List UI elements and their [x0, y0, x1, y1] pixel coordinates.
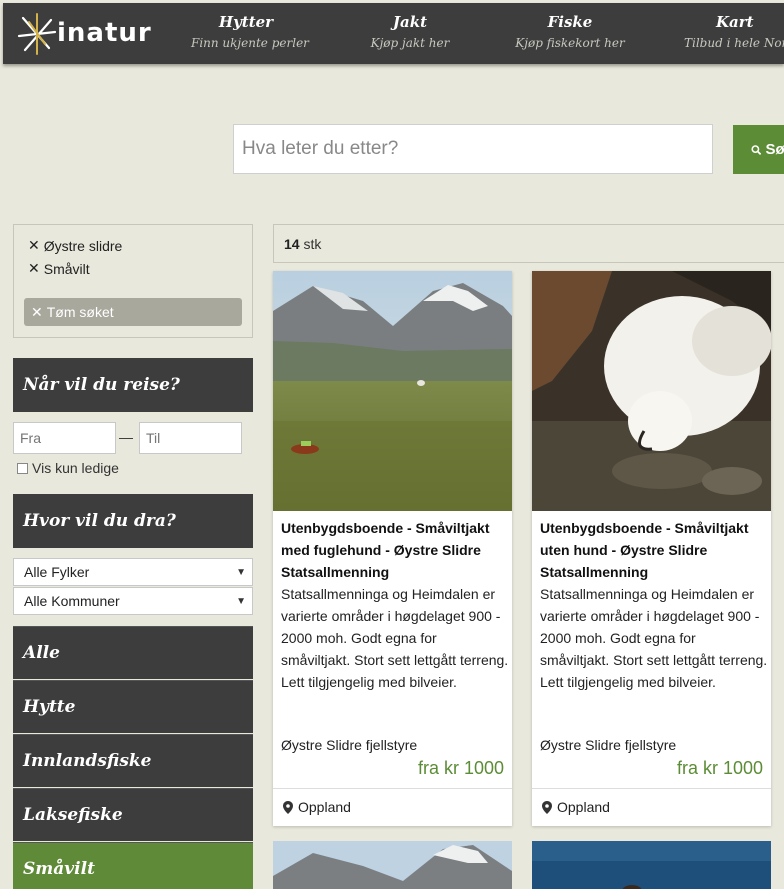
caret-down-icon: ▼ — [236, 567, 246, 578]
card-title[interactable]: Utenbygdsboende - Småviltjakt med fugleh… — [281, 517, 509, 583]
nav-kart[interactable]: Kart Tilbud i hele Norge — [679, 13, 784, 50]
when-heading: Når vil du reise? — [13, 358, 253, 412]
result-card[interactable]: Utenbygdsboende - Småviltjakt uten hund … — [532, 271, 771, 826]
category-alle[interactable]: Alle — [13, 626, 253, 679]
result-card-partial[interactable] — [273, 841, 512, 889]
map-pin-icon — [283, 801, 293, 814]
nav-title: Jakt — [392, 13, 428, 31]
nav-jakt[interactable]: Jakt Kjøp jakt her — [355, 13, 465, 50]
available-only-checkbox[interactable]: Vis kun ledige — [17, 460, 119, 476]
brand-name: inatur — [57, 18, 152, 48]
filter-chip-oystre-slidre[interactable]: ✕ Øystre slidre — [28, 237, 122, 254]
card-description: Statsallmenninga og Heimdalen er variert… — [281, 586, 509, 690]
category-innlandsfiske[interactable]: Innlandsfiske — [13, 734, 253, 787]
close-icon: ✕ — [28, 260, 40, 276]
filter-chip-smavilt[interactable]: ✕ Småvilt — [28, 260, 90, 277]
nav-subtitle: Finn ukjente perler — [191, 36, 309, 50]
nav-subtitle: Tilbud i hele Norge — [684, 36, 784, 50]
top-navigation-bar: inatur Hytter Finn ukjente perler Jakt K… — [3, 3, 784, 64]
card-region: Oppland — [557, 799, 610, 815]
close-icon: ✕ — [31, 303, 43, 320]
card-owner: Øystre Slidre fjellstyre — [540, 737, 677, 753]
card-image-ptarmigan[interactable] — [532, 271, 771, 511]
card-image-mountain-dog[interactable] — [273, 271, 512, 511]
municipality-select[interactable]: Alle Kommuner ▼ — [13, 587, 253, 615]
card-owner: Øystre Slidre fjellstyre — [281, 737, 418, 753]
checkbox-box[interactable] — [17, 462, 28, 474]
search-button-label: Søk — [765, 141, 784, 158]
card-price: fra kr 1000 — [676, 758, 763, 778]
nav-subtitle: Kjøp fiskekort her — [515, 36, 625, 50]
filter-chip-label: Øystre slidre — [43, 237, 123, 254]
inatur-logo[interactable]: inatur — [17, 12, 157, 56]
available-only-label: Vis kun ledige — [32, 460, 119, 476]
search-button[interactable]: Søk — [733, 125, 784, 174]
caret-down-icon: ▼ — [236, 596, 246, 607]
municipality-select-value: Alle Kommuner — [24, 593, 120, 609]
nav-title: Hytter — [218, 13, 274, 31]
date-separator: — — [119, 429, 133, 445]
nav-title: Kart — [716, 13, 754, 31]
county-select-value: Alle Fylker — [24, 564, 90, 580]
filter-chip-label: Småvilt — [43, 260, 90, 277]
date-to-field[interactable] — [139, 422, 242, 454]
card-image-mountain — [273, 841, 512, 889]
result-card-partial[interactable] — [532, 841, 771, 889]
county-select[interactable]: Alle Fylker ▼ — [13, 558, 253, 586]
search-input[interactable] — [233, 124, 713, 174]
card-region: Oppland — [298, 799, 351, 815]
category-laksefiske[interactable]: Laksefiske — [13, 788, 253, 841]
nav-hytter[interactable]: Hytter Finn ukjente perler — [191, 13, 309, 50]
close-icon: ✕ — [28, 237, 40, 253]
results-count: 14 — [284, 236, 300, 252]
card-location: Oppland — [273, 788, 512, 826]
results-count-unit: stk — [303, 236, 322, 252]
card-title[interactable]: Utenbygdsboende - Småviltjakt uten hund … — [540, 517, 768, 583]
star-logo-icon — [17, 13, 57, 55]
search-icon — [751, 144, 762, 155]
category-hytte[interactable]: Hytte — [13, 680, 253, 733]
clear-search-button[interactable]: ✕ Tøm søket — [24, 298, 242, 326]
card-description: Statsallmenninga og Heimdalen er variert… — [540, 586, 768, 690]
card-price: fra kr 1000 — [417, 758, 504, 778]
nav-fiske[interactable]: Fiske Kjøp fiskekort her — [515, 13, 625, 50]
nav-title: Fiske — [547, 13, 593, 31]
date-from-field[interactable] — [13, 422, 116, 454]
result-card[interactable]: Utenbygdsboende - Småviltjakt med fugleh… — [273, 271, 512, 826]
clear-search-label: Tøm søket — [46, 304, 114, 320]
card-image-lake — [532, 841, 771, 889]
ptarmigan-image — [532, 271, 771, 511]
nav-subtitle: Kjøp jakt her — [370, 36, 450, 50]
hunting-landscape-image — [273, 271, 512, 511]
card-location: Oppland — [532, 788, 771, 826]
results-count-bar: 14 stk — [273, 224, 784, 263]
active-filters-panel: ✕ Øystre slidre ✕ Småvilt ✕ Tøm søket — [13, 224, 253, 338]
map-pin-icon — [542, 801, 552, 814]
category-smavilt[interactable]: Småvilt — [13, 842, 253, 889]
where-heading: Hvor vil du dra? — [13, 494, 253, 548]
